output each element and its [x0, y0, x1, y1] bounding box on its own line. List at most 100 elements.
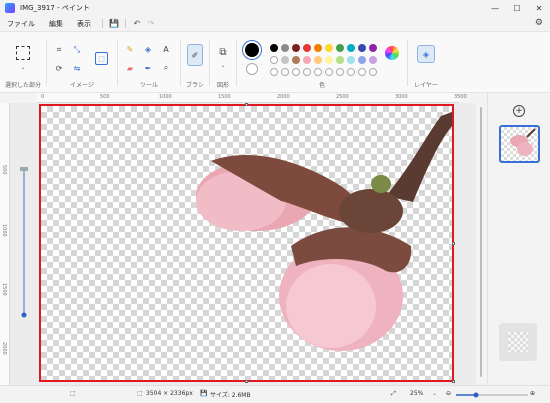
color-picker-icon[interactable]: ✒ — [142, 62, 154, 74]
zoom-out-icon[interactable]: ⊖ — [446, 390, 451, 397]
zoom-level[interactable]: 25% — [410, 390, 423, 397]
ruler-tick-label: 2000 — [277, 94, 290, 100]
custom-color-slot[interactable] — [303, 68, 311, 76]
menu-file[interactable]: ファイル — [0, 19, 42, 29]
green-bud — [371, 175, 391, 193]
canvas-dimensions: 3504 × 2336px — [146, 390, 193, 397]
custom-color-slot[interactable] — [336, 68, 344, 76]
palette-color-swatch[interactable] — [369, 44, 377, 52]
text-icon[interactable]: A — [160, 43, 172, 55]
redo-icon[interactable]: ↷ — [144, 17, 158, 31]
new-layer-placeholder[interactable] — [499, 323, 537, 361]
selection-status-icon: ⬚ — [70, 390, 76, 397]
resize-handle-corner[interactable] — [452, 380, 455, 383]
scrollbar-thumb[interactable] — [480, 107, 482, 377]
zoom-slider-thumb — [21, 312, 27, 318]
custom-color-slot[interactable] — [325, 68, 333, 76]
custom-color-slot[interactable] — [358, 68, 366, 76]
ruler-tick-label: 1000 — [1, 224, 7, 237]
ruler-tick-label: 500 — [1, 165, 7, 175]
drawing-canvas[interactable] — [39, 104, 454, 382]
menu-separator — [125, 19, 126, 28]
eraser-icon[interactable]: ▰ — [124, 62, 136, 74]
layer-thumbnail[interactable] — [499, 125, 540, 163]
maximize-button[interactable]: ☐ — [506, 0, 528, 16]
fit-to-window-icon[interactable]: ⤢ — [391, 390, 396, 398]
vertical-scrollbar[interactable] — [476, 103, 486, 385]
palette-color-swatch[interactable] — [325, 56, 333, 64]
palette-color-swatch[interactable] — [358, 56, 366, 64]
custom-color-slot[interactable] — [270, 68, 278, 76]
palette-color-swatch[interactable] — [303, 44, 311, 52]
zoom-in-icon[interactable]: ⊕ — [530, 390, 535, 397]
window-title: IMG_3917 - ペイント — [20, 4, 90, 12]
palette-color-swatch[interactable] — [281, 44, 289, 52]
resize-handle-right[interactable] — [452, 242, 455, 245]
palette-color-swatch[interactable] — [303, 56, 311, 64]
palette-color-swatch[interactable] — [336, 56, 344, 64]
magnifier-icon[interactable]: ⌕ — [160, 62, 172, 74]
horizontal-ruler: 0 500 1000 1500 2000 2500 3000 3500 — [37, 93, 467, 103]
palette-color-swatch[interactable] — [270, 56, 278, 64]
minimize-button[interactable]: — — [484, 0, 506, 16]
image-group: ⌗ ⤡ ⟳ ⇋ ⬚ イメージ — [47, 32, 117, 94]
menu-view[interactable]: 表示 — [70, 19, 98, 29]
layers-group: ◈ レイヤー — [408, 32, 444, 94]
brush-icon[interactable]: ✐ — [187, 44, 203, 66]
palette-color-swatch[interactable] — [292, 44, 300, 52]
chevron-down-icon[interactable]: ⌄ — [432, 390, 437, 397]
palette-color-swatch[interactable] — [358, 44, 366, 52]
zoom-bar-slider[interactable] — [456, 392, 528, 398]
palette-color-swatch[interactable] — [336, 44, 344, 52]
resize-handle-top[interactable] — [245, 103, 248, 106]
add-layer-button[interactable]: + — [513, 105, 525, 117]
palette-color-swatch[interactable] — [281, 56, 289, 64]
palette-color-swatch[interactable] — [314, 56, 322, 64]
zoom-slider-top-icon — [20, 167, 28, 171]
custom-color-slot[interactable] — [281, 68, 289, 76]
crop-icon[interactable]: ⌗ — [53, 44, 65, 56]
rotate-icon[interactable]: ⟳ — [53, 62, 65, 74]
palette-color-swatch[interactable] — [314, 44, 322, 52]
zoom-slider[interactable] — [17, 165, 31, 325]
ruler-tick-label: 2500 — [336, 94, 349, 100]
custom-color-slot[interactable] — [314, 68, 322, 76]
menu-edit[interactable]: 編集 — [42, 19, 70, 29]
custom-color-slot[interactable] — [347, 68, 355, 76]
palette-color-swatch[interactable] — [292, 56, 300, 64]
chevron-down-icon[interactable]: ⌄ — [19, 64, 27, 71]
select-rectangle-icon[interactable] — [16, 46, 30, 60]
ruler-tick-label: 1500 — [1, 283, 7, 296]
layers-panel: + — [487, 93, 550, 385]
image-select-icon[interactable]: ⬚ — [95, 52, 108, 65]
shapes-icon[interactable]: ⧉ — [215, 44, 231, 60]
layer-thumbnail-image — [510, 128, 536, 156]
fill-bucket-icon[interactable]: ◈ — [142, 43, 154, 55]
pencil-icon[interactable]: ✎ — [124, 43, 136, 55]
brush-label: ブラシ — [186, 82, 204, 89]
tools-group: ✎ ◈ A ▰ ✒ ⌕ ツール — [118, 32, 180, 94]
palette-color-swatch[interactable] — [325, 44, 333, 52]
branch-shape — [386, 112, 452, 202]
palette-color-swatch[interactable] — [270, 44, 278, 52]
resize-handle-bottom[interactable] — [245, 380, 248, 383]
resize-icon[interactable]: ⤡ — [71, 44, 83, 56]
save-icon[interactable]: 💾 — [107, 17, 121, 31]
layers-icon[interactable]: ◈ — [417, 45, 435, 63]
settings-gear-icon[interactable]: ⚙ — [535, 18, 543, 28]
palette-color-swatch[interactable] — [347, 44, 355, 52]
primary-color-swatch[interactable] — [245, 43, 259, 57]
flip-icon[interactable]: ⇋ — [71, 62, 83, 74]
secondary-color-swatch[interactable] — [246, 63, 258, 75]
close-button[interactable]: ✕ — [528, 0, 550, 16]
layers-label: レイヤー — [414, 82, 438, 89]
color-wheel-icon[interactable] — [385, 46, 399, 60]
ruler-tick-label: 3500 — [454, 94, 467, 100]
palette-color-swatch[interactable] — [347, 56, 355, 64]
chevron-down-icon[interactable]: ⌄ — [219, 62, 227, 69]
custom-color-slot[interactable] — [292, 68, 300, 76]
custom-color-slot[interactable] — [369, 68, 377, 76]
undo-icon[interactable]: ↶ — [130, 17, 144, 31]
ruler-tick-label: 0 — [41, 94, 45, 100]
palette-color-swatch[interactable] — [369, 56, 377, 64]
